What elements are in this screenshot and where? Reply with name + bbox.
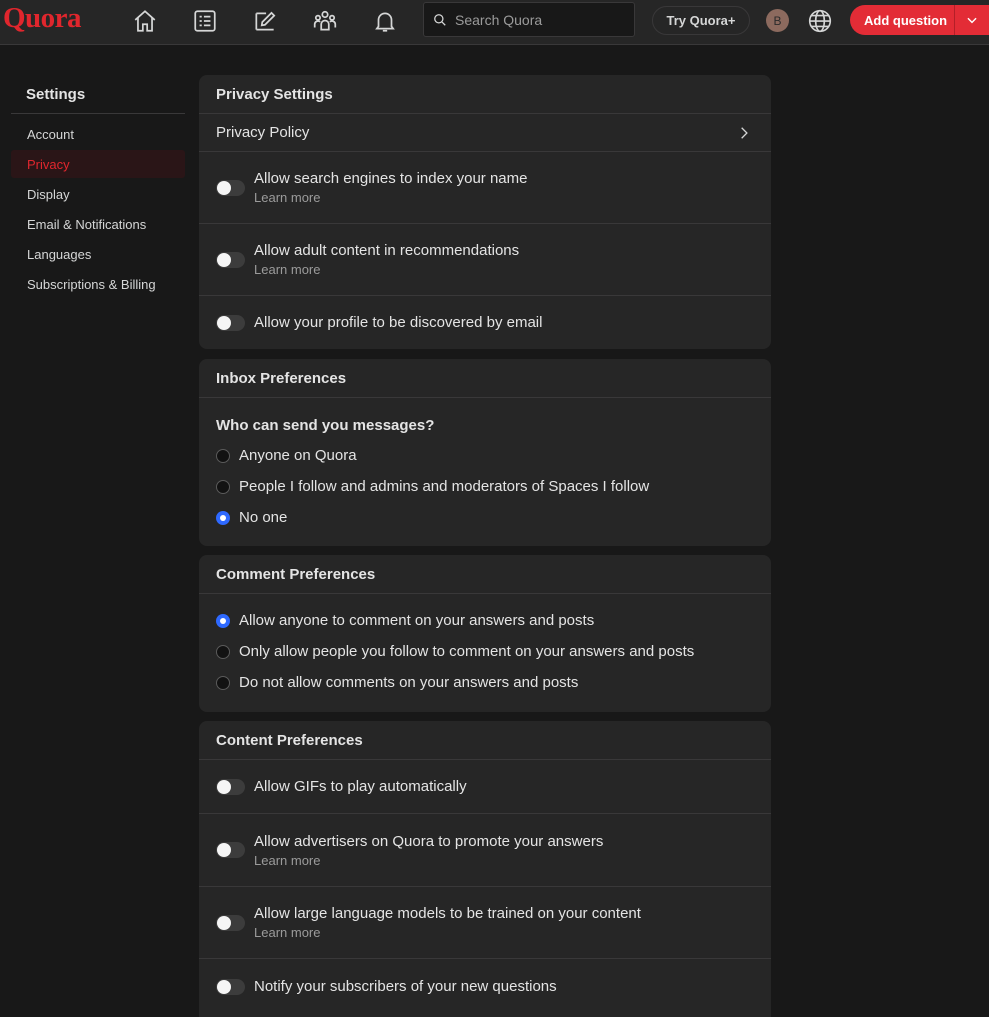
learn-more-link[interactable]: Learn more [254, 925, 641, 940]
radio-option-people-i-follow[interactable]: People I follow and admins and moderator… [199, 478, 771, 495]
radio-button-selected[interactable] [216, 613, 230, 628]
toggle-label: Notify your subscribers of your new ques… [254, 978, 557, 995]
learn-more-link[interactable]: Learn more [254, 190, 528, 205]
content-preferences-title: Content Preferences [199, 721, 771, 760]
sidebar-item-privacy[interactable]: Privacy [11, 150, 185, 178]
chevron-right-icon [741, 126, 748, 139]
toggle-row: Notify your subscribers of your new ques… [199, 959, 771, 1014]
content-preferences-card: Content Preferences Allow GIFs to play a… [199, 721, 771, 1017]
search-box[interactable] [423, 2, 635, 37]
radio-label: Only allow people you follow to comment … [239, 643, 695, 660]
toggle-label: Allow search engines to index your name [254, 170, 528, 187]
learn-more-link[interactable]: Learn more [254, 853, 603, 868]
privacy-policy-row[interactable]: Privacy Policy [199, 114, 771, 152]
radio-option-only-follow[interactable]: Only allow people you follow to comment … [199, 643, 771, 660]
spaces-icon[interactable] [308, 6, 342, 36]
toggle-row: Allow large language models to be traine… [199, 887, 771, 959]
radio-label: People I follow and admins and moderator… [239, 478, 650, 495]
notifications-icon[interactable] [368, 6, 402, 36]
chevron-down-icon[interactable] [955, 5, 989, 35]
radio-option-allow-anyone[interactable]: Allow anyone to comment on your answers … [199, 612, 771, 629]
inbox-preferences-card: Inbox Preferences Who can send you messa… [199, 359, 771, 546]
radio-label: Do not allow comments on your answers an… [239, 674, 579, 691]
notify-subscribers-toggle[interactable] [216, 978, 245, 995]
sidebar-item-email-notifications[interactable]: Email & Notifications [11, 210, 185, 238]
discover-by-email-toggle[interactable] [216, 314, 245, 331]
radio-button[interactable] [216, 448, 230, 463]
toggle-label: Allow your profile to be discovered by e… [254, 314, 543, 331]
privacy-settings-title: Privacy Settings [199, 75, 771, 114]
llm-training-toggle[interactable] [216, 914, 245, 931]
add-question-button[interactable]: Add question [850, 5, 989, 35]
radio-option-anyone[interactable]: Anyone on Quora [199, 447, 771, 464]
messages-question: Who can send you messages? [216, 417, 435, 434]
sidebar-item-languages[interactable]: Languages [11, 240, 185, 268]
radio-button-selected[interactable] [216, 510, 230, 525]
toggle-label: Allow advertisers on Quora to promote yo… [254, 832, 604, 850]
search-input[interactable] [453, 10, 627, 29]
advertisers-promote-toggle[interactable] [216, 842, 245, 858]
inbox-preferences-title: Inbox Preferences [199, 359, 771, 398]
sidebar-item-account[interactable]: Account [11, 120, 185, 148]
search-index-toggle[interactable] [216, 179, 245, 196]
quora-logo[interactable]: Quora [3, 2, 82, 35]
radio-label: No one [239, 509, 288, 526]
radio-label: Anyone on Quora [239, 447, 357, 464]
radio-option-no-comments[interactable]: Do not allow comments on your answers an… [199, 674, 771, 691]
home-icon[interactable] [128, 6, 162, 36]
toggle-label: Allow large language models to be traine… [254, 905, 641, 922]
radio-label: Allow anyone to comment on your answers … [239, 612, 595, 629]
radio-button[interactable] [216, 675, 230, 690]
search-icon [434, 13, 446, 26]
comment-preferences-title: Comment Preferences [199, 555, 771, 594]
toggle-row: Allow advertisers on Quora to promote yo… [199, 814, 771, 887]
radio-button[interactable] [216, 479, 230, 494]
learn-more-link[interactable]: Learn more [254, 262, 519, 277]
globe-icon[interactable] [807, 8, 833, 34]
try-quora-plus-button[interactable]: Try Quora+ [652, 6, 750, 35]
top-navbar: Quora Try Quora+ B Add question [0, 0, 989, 45]
privacy-settings-card: Privacy Settings Privacy Policy Allow se… [199, 75, 771, 349]
settings-sidebar: Settings Account Privacy Display Email &… [11, 75, 185, 298]
following-icon[interactable] [188, 6, 222, 36]
sidebar-item-subscriptions-billing[interactable]: Subscriptions & Billing [11, 270, 185, 298]
gif-autoplay-toggle[interactable] [216, 778, 245, 795]
avatar[interactable]: B [766, 9, 789, 32]
toggle-row: Allow adult content in recommendations Le… [199, 224, 771, 296]
privacy-policy-label: Privacy Policy [216, 124, 310, 141]
radio-option-no-one[interactable]: No one [199, 509, 771, 526]
answer-icon[interactable] [248, 6, 282, 36]
sidebar-title: Settings [11, 75, 185, 114]
comment-preferences-card: Comment Preferences Allow anyone to comm… [199, 555, 771, 712]
toggle-row: Allow your profile to be discovered by e… [199, 296, 771, 349]
radio-button[interactable] [216, 644, 230, 659]
toggle-row: Allow GIFs to play automatically [199, 760, 771, 814]
toggle-label: Allow adult content in recommendations [254, 242, 520, 259]
toggle-label: Allow GIFs to play automatically [254, 778, 467, 795]
add-question-label: Add question [864, 12, 948, 28]
sidebar-item-display[interactable]: Display [11, 180, 185, 208]
toggle-row: Allow search engines to index your name L… [199, 152, 771, 224]
adult-content-toggle[interactable] [216, 251, 245, 268]
